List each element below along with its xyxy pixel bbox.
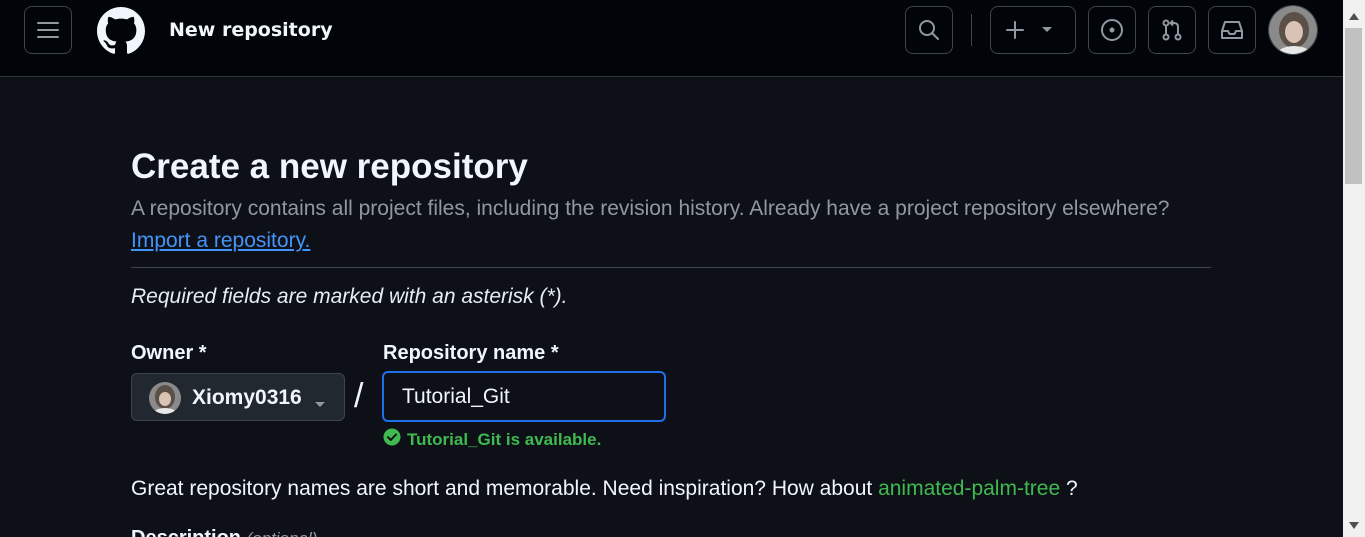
scrollbar-thumb[interactable] — [1345, 28, 1362, 184]
caret-down-icon — [314, 394, 326, 413]
repository-name-input[interactable] — [382, 371, 666, 422]
user-avatar[interactable] — [1268, 5, 1318, 55]
search-button[interactable] — [905, 6, 953, 54]
description-optional-hint: (optional) — [247, 529, 318, 537]
scroll-down-arrow-icon[interactable] — [1347, 516, 1361, 529]
owner-name: Xiomy0316 — [192, 386, 302, 409]
name-inspiration: Great repository names are short and mem… — [131, 476, 1078, 502]
app-header: New repository — [0, 0, 1343, 77]
issues-button[interactable] — [1088, 6, 1136, 54]
check-circle-icon — [383, 428, 401, 452]
scroll-up-arrow-icon[interactable] — [1347, 8, 1361, 20]
owner-avatar — [149, 382, 181, 414]
owner-label: Owner * — [131, 342, 207, 364]
page-context-title: New repository — [169, 19, 333, 41]
availability-message: Tutorial_Git is available. — [383, 428, 601, 452]
availability-text: Tutorial_Git is available. — [407, 430, 602, 449]
page-title: Create a new repository — [131, 147, 528, 186]
menu-button[interactable] — [24, 6, 72, 54]
description-label: Description (optional) — [131, 525, 317, 537]
search-icon — [918, 19, 940, 41]
owner-select[interactable]: Xiomy0316 — [131, 373, 345, 421]
pull-request-icon — [1160, 18, 1184, 42]
owner-repo-separator: / — [354, 377, 364, 415]
repository-name-label: Repository name * — [383, 342, 559, 364]
inspiration-text: Great repository names are short and mem… — [131, 477, 873, 500]
suggested-name-link[interactable]: animated-palm-tree — [878, 477, 1060, 500]
inbox-icon — [1220, 19, 1244, 41]
description-label-text: Description — [131, 527, 241, 537]
header-divider — [971, 14, 972, 46]
page-subtitle: A repository contains all project files,… — [131, 197, 1170, 220]
caret-down-icon — [1041, 26, 1053, 34]
issues-icon — [1100, 18, 1124, 42]
section-divider — [131, 267, 1211, 268]
import-repository-link[interactable]: Import a repository. — [131, 228, 310, 254]
pull-requests-button[interactable] — [1148, 6, 1196, 54]
required-fields-note: Required fields are marked with an aster… — [131, 285, 568, 308]
inspiration-suffix: ? — [1060, 477, 1078, 500]
github-logo-icon[interactable] — [97, 7, 145, 55]
menu-icon — [37, 21, 59, 39]
plus-icon — [1005, 20, 1025, 40]
create-new-button[interactable] — [990, 6, 1076, 54]
inbox-button[interactable] — [1208, 6, 1256, 54]
